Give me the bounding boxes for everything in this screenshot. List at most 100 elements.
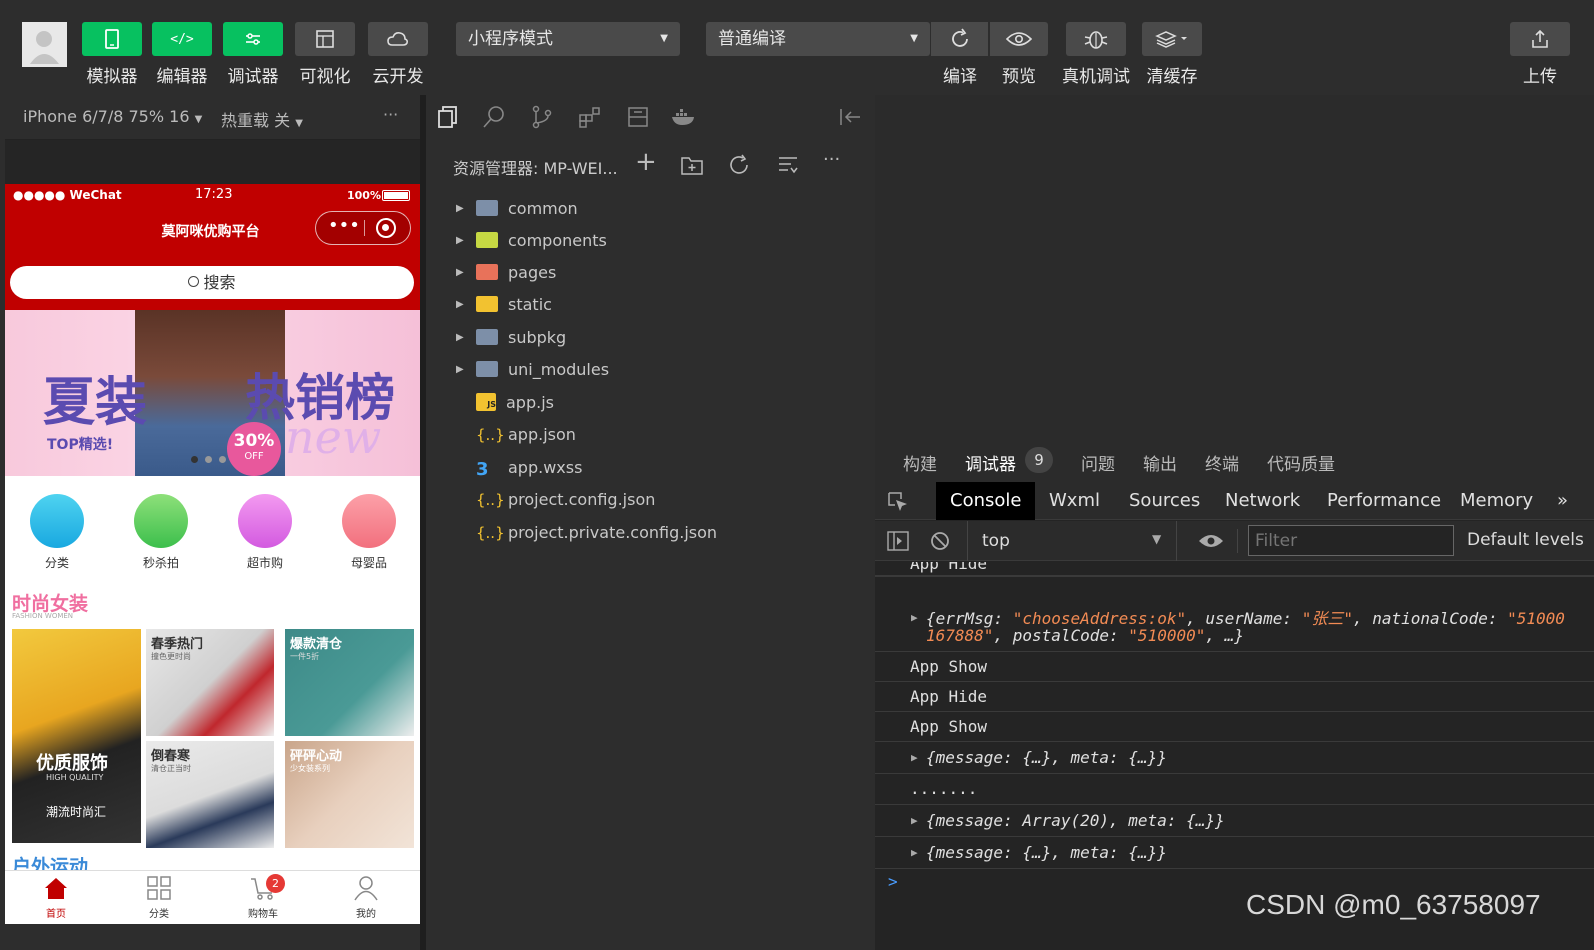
cloud-button[interactable]	[368, 22, 428, 56]
swiper-dot[interactable]	[205, 456, 212, 463]
json-file-icon: {..}	[476, 426, 505, 444]
extensions-icon[interactable]	[578, 105, 602, 129]
log-entry-object[interactable]: ▶ {message: Array(20), meta: {…}}	[875, 805, 1594, 837]
expand-arrow-icon[interactable]: ▶	[911, 814, 918, 827]
log-text: App Hide	[910, 687, 988, 706]
tree-folder-subpkg[interactable]: ▶ subpkg	[456, 321, 566, 353]
swiper-dots	[191, 456, 226, 463]
tab-code-quality[interactable]: 代码质量	[1267, 450, 1335, 475]
simulator-more-button[interactable]: ···	[383, 105, 398, 124]
tab-network[interactable]: Network	[1211, 482, 1314, 520]
toolbar-separator	[1237, 529, 1238, 553]
tree-file-project-config[interactable]: {..} project.config.json	[456, 483, 655, 515]
clear-cache-button[interactable]	[1142, 22, 1202, 56]
tile-sub: HIGH QUALITY	[46, 773, 104, 782]
tree-folder-uni-modules[interactable]: ▶ uni_modules	[456, 353, 609, 385]
tree-item-label: static	[508, 294, 552, 314]
nav-item-baby[interactable]: 母婴品	[339, 494, 399, 571]
nav-item-label: 超市购	[246, 556, 283, 570]
device-select[interactable]: iPhone 6/7/8 75% 16 ▼	[23, 107, 202, 126]
tab-debugger[interactable]: 调试器	[965, 450, 1016, 475]
user-icon	[354, 876, 378, 901]
simulator-button[interactable]	[82, 22, 142, 56]
debugger-button[interactable]	[223, 22, 283, 56]
tree-file-app-wxss[interactable]: 3 app.wxss	[456, 451, 582, 483]
tab-terminal[interactable]: 终端	[1205, 450, 1239, 475]
floor-tile-large[interactable]: 优质服饰 HIGH QUALITY 潮流时尚汇	[12, 629, 141, 843]
compile-select[interactable]: 普通编译 ▼	[706, 22, 930, 56]
tab-build[interactable]: 构建	[903, 450, 937, 475]
tree-file-app-json[interactable]: {..} app.json	[456, 418, 576, 450]
inspect-element-icon[interactable]	[887, 491, 909, 513]
tab-memory[interactable]: Memory	[1446, 482, 1547, 520]
new-folder-icon[interactable]	[680, 154, 704, 176]
tree-file-app-js[interactable]: JS app.js	[456, 386, 554, 418]
more-tabs-button[interactable]: »	[1543, 482, 1582, 520]
device-debug-button[interactable]	[1066, 22, 1126, 56]
storage-icon[interactable]	[626, 105, 650, 129]
clear-console-icon[interactable]	[930, 531, 950, 551]
console-prompt[interactable]: >	[888, 872, 898, 891]
nav-item-supermarket[interactable]: 超市购	[235, 494, 295, 571]
floor-tile[interactable]: 爆款清仓 一件5折	[285, 629, 414, 736]
swiper-dot[interactable]	[191, 456, 198, 463]
floor-tile[interactable]: 倒春寒 清仓正当时	[146, 741, 274, 848]
chevron-down-icon: ▼	[295, 118, 303, 129]
tab-category[interactable]: 分类	[138, 875, 180, 920]
log-entry-object[interactable]: ▶ {errMsg: "chooseAddress:ok", userName:…	[875, 576, 1594, 652]
hot-reload-select[interactable]: 热重载 关 ▼	[221, 107, 303, 131]
search-input[interactable]: 搜索	[10, 266, 414, 299]
tab-issues[interactable]: 问题	[1081, 450, 1115, 475]
expand-arrow-icon[interactable]: ▶	[911, 846, 918, 859]
tab-output[interactable]: 输出	[1143, 450, 1177, 475]
tab-console[interactable]: Console	[936, 482, 1036, 520]
tree-folder-common[interactable]: ▶ common	[456, 192, 578, 224]
default-levels-select[interactable]: Default levels	[1467, 530, 1594, 550]
preview-button[interactable]	[990, 22, 1048, 56]
floor-tile[interactable]: 春季热门 撞色更时尚	[146, 629, 274, 736]
tree-folder-static[interactable]: ▶ static	[456, 288, 552, 320]
nav-item-seckill[interactable]: 秒杀拍	[131, 494, 191, 571]
collapse-panel-icon[interactable]	[838, 107, 862, 127]
source-control-icon[interactable]	[530, 105, 554, 129]
log-entry-object[interactable]: ▶ {message: {…}, meta: {…}}	[875, 742, 1594, 774]
json-file-icon: {..}	[476, 491, 505, 509]
tab-home[interactable]: 首页	[35, 875, 77, 920]
explorer-more-button[interactable]: ···	[823, 149, 840, 170]
tab-wxml[interactable]: Wxml	[1035, 482, 1114, 520]
context-select[interactable]: top ▼	[967, 521, 1177, 561]
nav-item-category[interactable]: 分类	[27, 494, 87, 571]
compile-button[interactable]	[931, 22, 988, 56]
tab-me[interactable]: 我的	[345, 875, 387, 920]
tree-file-project-private-config[interactable]: {..} project.private.config.json	[456, 516, 717, 548]
tab-performance[interactable]: Performance	[1313, 482, 1455, 520]
swiper-banner[interactable]: 夏装 热销榜 TOP精选! 30% OFF new	[5, 310, 420, 476]
avatar[interactable]	[22, 22, 67, 67]
expand-arrow-icon[interactable]: ▶	[911, 751, 918, 764]
mode-select[interactable]: 小程序模式 ▼	[456, 22, 680, 56]
expand-arrow-icon[interactable]: ▶	[911, 611, 918, 624]
floor-tile[interactable]: 砰砰心动 少女装系列	[285, 741, 414, 848]
capsule-menu[interactable]: •••	[315, 211, 411, 245]
filter-input[interactable]	[1248, 525, 1454, 556]
editor-button[interactable]: </>	[152, 22, 212, 56]
tree-folder-components[interactable]: ▶ components	[456, 224, 607, 256]
more-dots-icon[interactable]: •••	[328, 216, 360, 236]
refresh-icon[interactable]	[728, 154, 752, 176]
close-target-icon[interactable]	[376, 218, 396, 238]
tree-folder-pages[interactable]: ▶ pages	[456, 256, 556, 288]
upload-button[interactable]	[1510, 22, 1570, 56]
log-entry-object[interactable]: ▶ {message: {…}, meta: {…}}	[875, 837, 1594, 869]
tab-sources[interactable]: Sources	[1115, 482, 1214, 520]
new-file-button[interactable]: +	[635, 147, 657, 177]
docker-icon[interactable]	[670, 105, 698, 129]
eye-icon[interactable]	[1198, 533, 1224, 549]
collapse-all-icon[interactable]	[776, 154, 800, 176]
top-toolbar: 模拟器 </> 编辑器 调试器 可视化 云开发 小程序模式 ▼ 普通编译 ▼ 编…	[0, 0, 1594, 95]
files-icon[interactable]	[436, 105, 460, 129]
tab-cart[interactable]: 2 购物车	[242, 874, 285, 920]
visual-button[interactable]	[295, 22, 355, 56]
sidebar-toggle-icon[interactable]	[887, 531, 909, 551]
swiper-dot[interactable]	[219, 456, 226, 463]
search-icon[interactable]	[482, 105, 506, 129]
